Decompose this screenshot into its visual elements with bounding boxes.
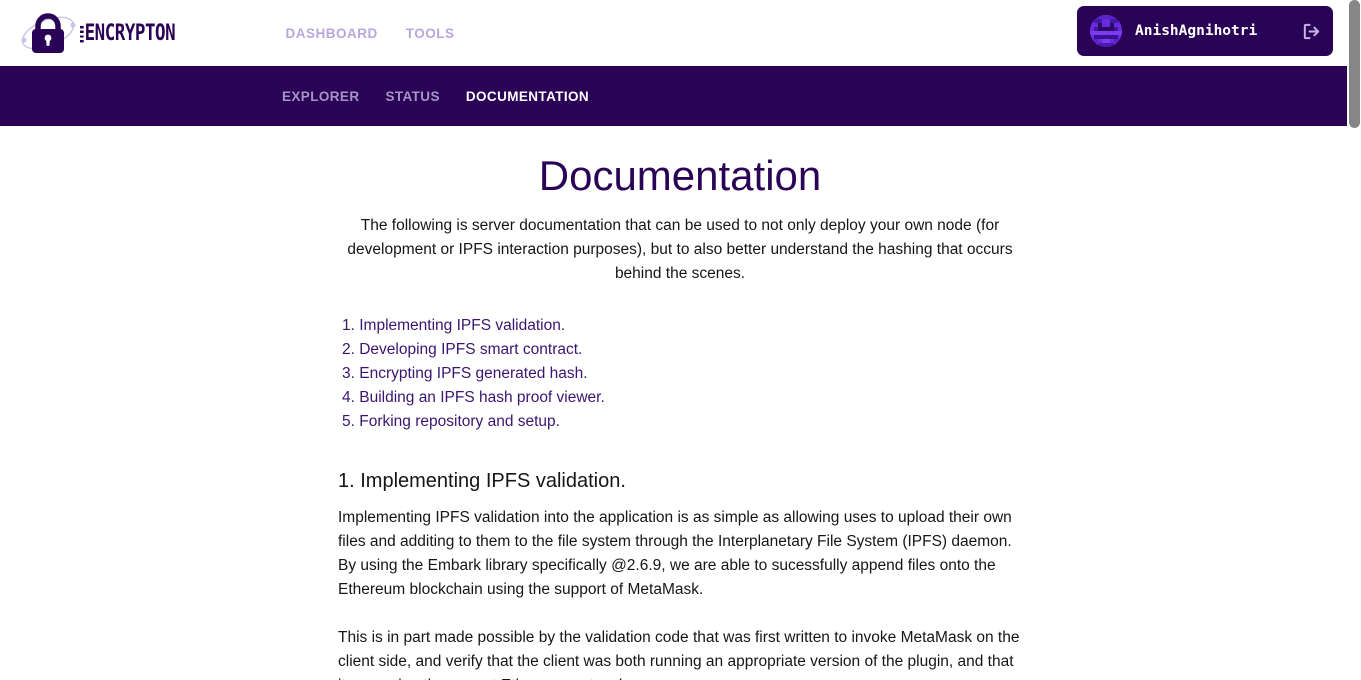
nav-tools[interactable]: TOOLS xyxy=(404,22,457,45)
subnav-explorer[interactable]: EXPLORER xyxy=(282,89,359,104)
toc-link-3[interactable]: 3. Encrypting IPFS generated hash. xyxy=(342,365,588,382)
logo-wordmark: ENCRYPTON xyxy=(80,20,176,46)
documentation-column: Documentation The following is server do… xyxy=(338,152,1022,680)
list-item[interactable]: 2. Developing IPFS smart contract. xyxy=(342,338,1022,362)
primary-nav: DASHBOARD TOOLS xyxy=(283,22,456,45)
page-title: Documentation xyxy=(538,152,822,199)
section-paragraph-1: Implementing IPFS validation into the ap… xyxy=(338,509,1012,599)
user-name: AnishAgnihotri xyxy=(1135,23,1258,39)
main-content: Documentation The following is server do… xyxy=(0,126,1347,680)
section-paragraph-2: This is in part made possible by the val… xyxy=(338,629,1020,680)
intro-paragraph: The following is server documentation th… xyxy=(347,217,1013,283)
top-header: ENCRYPTON DASHBOARD TOOLS AnishAgnihotri xyxy=(0,0,1347,66)
nav-dashboard[interactable]: DASHBOARD xyxy=(283,22,379,45)
logout-icon[interactable] xyxy=(1282,22,1321,41)
section-heading: 1. Implementing IPFS validation. xyxy=(338,470,626,493)
logo-home-link[interactable]: ENCRYPTON xyxy=(18,8,183,58)
toc-link-1[interactable]: 1. Implementing IPFS validation. xyxy=(342,317,565,334)
logo-wordmark-text: ENCRYPTON xyxy=(84,20,176,46)
table-of-contents: 1. Implementing IPFS validation. 2. Deve… xyxy=(338,314,1022,434)
scrollbar-thumb[interactable] xyxy=(1349,0,1360,128)
subnav-documentation[interactable]: DOCUMENTATION xyxy=(466,89,589,104)
toc-link-2[interactable]: 2. Developing IPFS smart contract. xyxy=(342,341,582,358)
blockie-avatar-icon xyxy=(1090,15,1122,47)
list-item[interactable]: 5. Forking repository and setup. xyxy=(342,410,1022,434)
padlock-orbit-icon xyxy=(18,9,84,57)
secondary-nav: EXPLORER STATUS DOCUMENTATION xyxy=(0,66,1347,126)
list-item[interactable]: 4. Building an IPFS hash proof viewer. xyxy=(342,386,1022,410)
subnav-status[interactable]: STATUS xyxy=(385,89,439,104)
list-item[interactable]: 1. Implementing IPFS validation. xyxy=(342,314,1022,338)
toc-link-4[interactable]: 4. Building an IPFS hash proof viewer. xyxy=(342,389,605,406)
list-item[interactable]: 3. Encrypting IPFS generated hash. xyxy=(342,362,1022,386)
user-badge[interactable]: AnishAgnihotri xyxy=(1077,6,1333,56)
vertical-scrollbar[interactable] xyxy=(1347,0,1361,680)
page-root: ENCRYPTON DASHBOARD TOOLS AnishAgnihotri… xyxy=(0,0,1361,680)
logo-tick-icon xyxy=(80,25,84,43)
toc-link-5[interactable]: 5. Forking repository and setup. xyxy=(342,413,560,430)
